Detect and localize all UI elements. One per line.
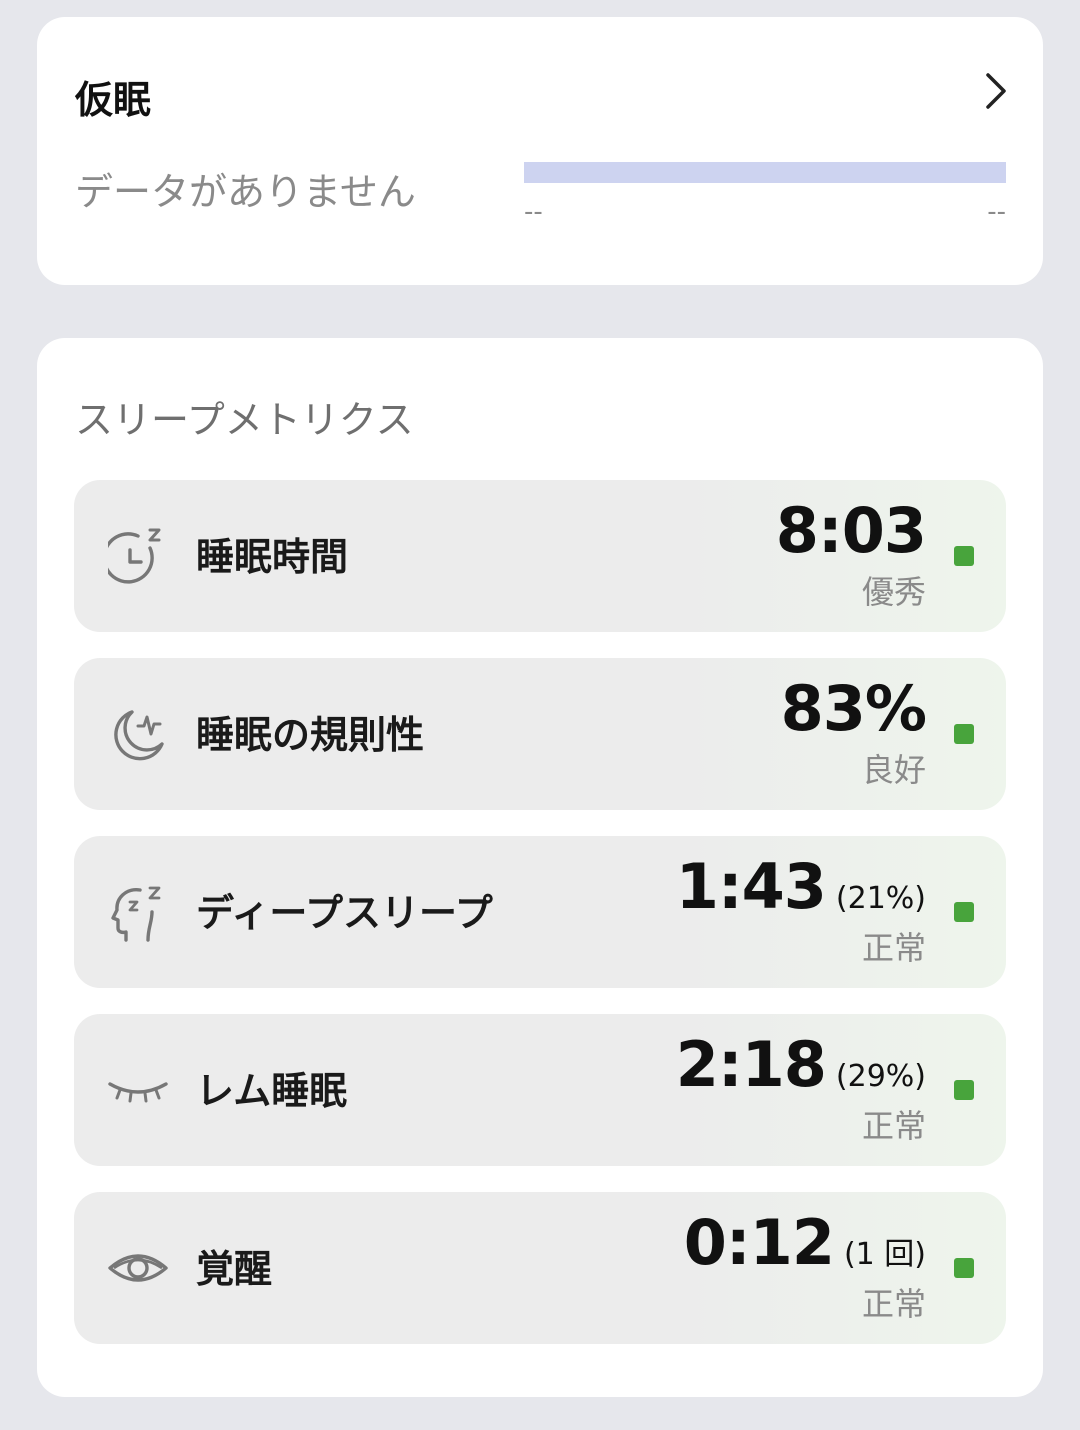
- nap-empty-text: データがありません: [75, 170, 416, 214]
- nap-title: 仮眠: [75, 78, 152, 122]
- metric-row-awake[interactable]: 覚醒 0:12 (1 回) 正常: [74, 1192, 1006, 1344]
- chevron-right-icon[interactable]: [983, 71, 1009, 111]
- nap-range-end: --: [987, 197, 1006, 227]
- status-indicator: [954, 1080, 974, 1100]
- status-indicator: [954, 724, 974, 744]
- section-title: スリープメトリクス: [75, 398, 414, 442]
- metric-value: 1:43: [675, 850, 827, 923]
- status-indicator: [954, 902, 974, 922]
- metric-row-sleep-regularity[interactable]: 睡眠の規則性 83% 良好: [74, 658, 1006, 810]
- metric-value: 0:12: [683, 1206, 835, 1279]
- metric-label: 覚醒: [196, 1247, 273, 1291]
- metric-percentage: (29%): [835, 1059, 926, 1094]
- metric-value: 8:03: [775, 494, 927, 567]
- metric-status: 優秀: [861, 573, 926, 611]
- metric-label: レム睡眠: [196, 1069, 348, 1113]
- open-eye-icon: [108, 1254, 168, 1282]
- metric-label: 睡眠の規則性: [196, 713, 425, 757]
- metric-status: 正常: [861, 929, 926, 967]
- sleep-metrics-card: スリープメトリクス 睡眠時間 8:03 優秀 睡眠の規則性 83% 良好 ディー…: [37, 338, 1043, 1397]
- metric-row-rem-sleep[interactable]: レム睡眠 2:18 (29%) 正常: [74, 1014, 1006, 1166]
- metric-percentage: (21%): [835, 881, 926, 916]
- head-zz-icon: [111, 886, 161, 942]
- metric-status: 正常: [861, 1285, 926, 1323]
- status-indicator: [954, 546, 974, 566]
- nap-range-start: --: [524, 197, 543, 227]
- moon-wave-icon: [114, 710, 164, 761]
- clock-zz-icon: [108, 528, 161, 584]
- nap-timeline-bar: [524, 162, 1006, 183]
- metric-row-deep-sleep[interactable]: ディープスリープ 1:43 (21%) 正常: [74, 836, 1006, 988]
- metric-value: 83%: [780, 672, 927, 745]
- metric-row-sleep-duration[interactable]: 睡眠時間 8:03 優秀: [74, 480, 1006, 632]
- metric-label: ディープスリープ: [196, 891, 493, 935]
- metric-count: (1 回): [843, 1237, 926, 1272]
- metric-label: 睡眠時間: [196, 535, 349, 579]
- metric-value: 2:18: [675, 1028, 827, 1101]
- nap-card[interactable]: 仮眠 データがありません -- --: [37, 17, 1043, 285]
- closed-eye-icon: [108, 1082, 168, 1103]
- metric-status: 正常: [861, 1107, 926, 1145]
- status-indicator: [954, 1258, 974, 1278]
- metric-status: 良好: [861, 751, 926, 789]
